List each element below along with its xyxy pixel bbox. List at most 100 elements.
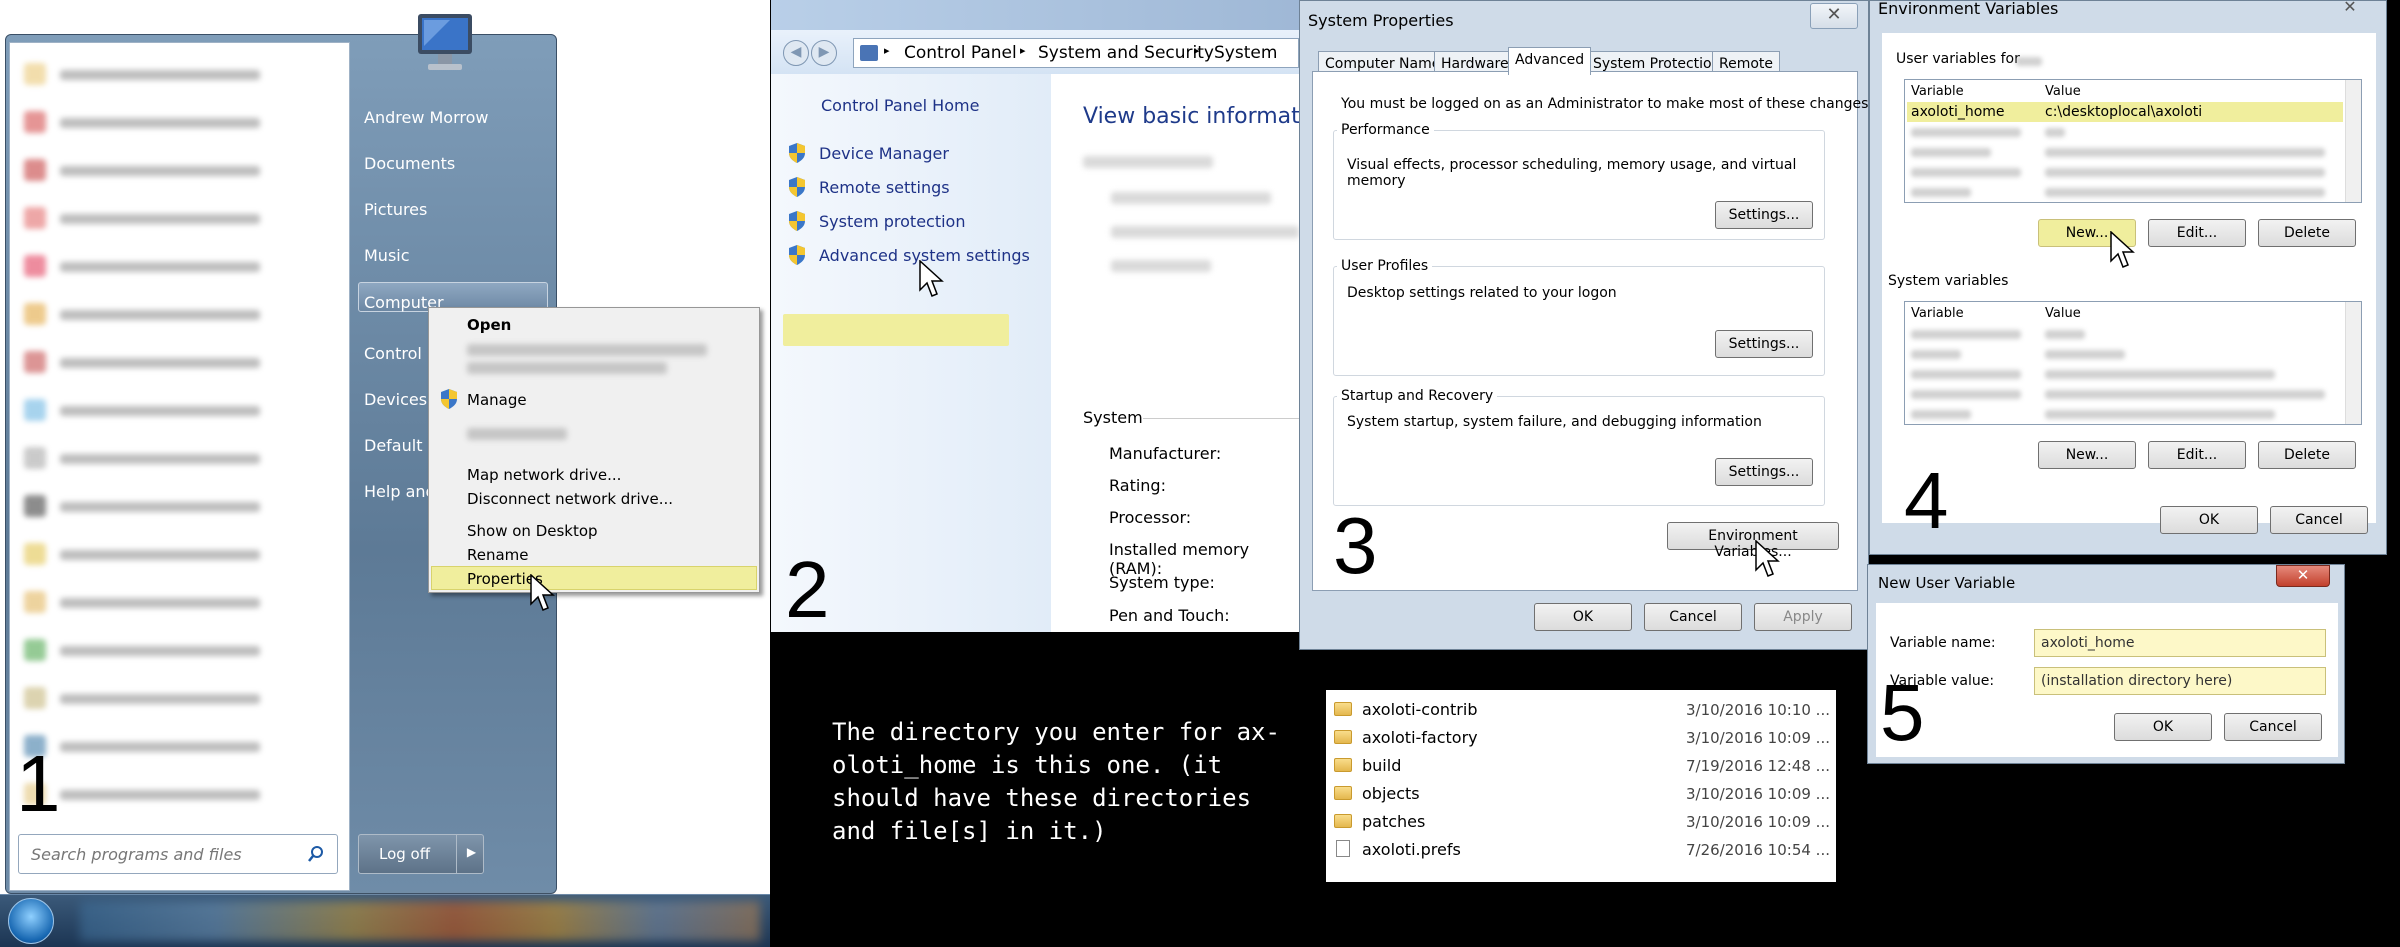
- user-edit-button[interactable]: Edit...: [2148, 219, 2246, 247]
- blurred-row: [1911, 188, 1971, 197]
- context-rename[interactable]: Rename: [467, 546, 529, 564]
- blurred-row: [2045, 188, 2325, 197]
- environment-variables-button[interactable]: Environment Variables...: [1667, 522, 1839, 560]
- step-number-2: 2: [785, 545, 830, 632]
- list-item[interactable]: axoloti-factory: [1334, 728, 1478, 747]
- system-new-button[interactable]: New...: [2038, 441, 2136, 469]
- program-item[interactable]: [24, 205, 324, 233]
- selected-variable[interactable]: axoloti_home: [1911, 104, 2005, 120]
- start-item-pictures[interactable]: Pictures: [364, 200, 427, 219]
- shield-icon: [441, 389, 457, 409]
- list-item[interactable]: axoloti.prefs: [1334, 840, 1461, 859]
- shield-icon: [789, 245, 805, 265]
- program-item[interactable]: [24, 397, 324, 425]
- ok-button[interactable]: OK: [1534, 603, 1632, 631]
- list-item[interactable]: build: [1334, 756, 1401, 775]
- windows-start-orb-icon[interactable]: [8, 898, 54, 944]
- processor-label: Processor:: [1109, 508, 1192, 527]
- cancel-button[interactable]: Cancel: [2224, 713, 2322, 741]
- program-item[interactable]: [24, 445, 324, 473]
- start-search-input[interactable]: Search programs and files: [18, 834, 338, 874]
- close-icon[interactable]: ✕: [1810, 3, 1858, 29]
- taskbar: [0, 894, 770, 947]
- user-variables-label: User variables for: [1896, 51, 2020, 67]
- cancel-button[interactable]: Cancel: [2270, 506, 2368, 534]
- cancel-button[interactable]: Cancel: [1644, 603, 1742, 631]
- scrollbar[interactable]: [2345, 80, 2361, 202]
- program-item[interactable]: [24, 589, 324, 617]
- context-disconnect-drive[interactable]: Disconnect network drive...: [467, 490, 673, 508]
- control-panel-system-window: ◀ ▶ ▸ Control Panel ▸ System and Securit…: [771, 0, 1299, 632]
- control-panel-home-link[interactable]: Control Panel Home: [821, 96, 979, 115]
- context-blurred-item: [467, 344, 707, 356]
- program-item[interactable]: [24, 685, 324, 713]
- context-manage[interactable]: Manage: [467, 391, 527, 409]
- start-item-help[interactable]: Help and: [364, 482, 436, 501]
- system-variables-list[interactable]: Variable Value: [1904, 301, 2362, 425]
- blurred-row: [1911, 148, 1991, 157]
- system-properties-dialog: System Properties ✕ Computer Name Hardwa…: [1299, 0, 1873, 650]
- selected-value[interactable]: c:\desktoplocal\axoloti: [2045, 104, 2202, 120]
- forward-arrow-icon[interactable]: ▶: [811, 40, 837, 66]
- start-item-default-programs[interactable]: Default P: [364, 436, 437, 455]
- shield-icon: [789, 211, 805, 231]
- list-item[interactable]: objects: [1334, 784, 1420, 803]
- ok-button[interactable]: OK: [2160, 506, 2258, 534]
- variable-value-field[interactable]: (installation directory here): [2034, 667, 2326, 695]
- system-edit-button[interactable]: Edit...: [2148, 441, 2246, 469]
- list-item[interactable]: axoloti-contrib: [1334, 700, 1477, 719]
- program-item[interactable]: [24, 541, 324, 569]
- ok-button[interactable]: OK: [2114, 713, 2212, 741]
- context-open[interactable]: Open: [467, 316, 511, 334]
- context-map-drive[interactable]: Map network drive...: [467, 466, 621, 484]
- program-item[interactable]: [24, 781, 324, 809]
- program-item[interactable]: [24, 253, 324, 281]
- breadcrumb-system-security[interactable]: System and Security: [1038, 43, 1214, 63]
- system-protection-link[interactable]: System protection: [819, 212, 965, 231]
- remote-settings-link[interactable]: Remote settings: [819, 178, 950, 197]
- blurred-row: [1911, 410, 1971, 419]
- variable-name-field[interactable]: axoloti_home: [2034, 629, 2326, 657]
- program-item[interactable]: [24, 157, 324, 185]
- program-item[interactable]: [24, 493, 324, 521]
- close-icon[interactable]: ✕: [2326, 0, 2374, 16]
- close-icon[interactable]: ✕: [2276, 565, 2330, 587]
- device-manager-link[interactable]: Device Manager: [819, 144, 949, 163]
- system-section-label: System: [1083, 408, 1143, 427]
- list-item[interactable]: patches: [1334, 812, 1425, 831]
- search-icon[interactable]: [307, 845, 325, 863]
- startup-recovery-settings-button[interactable]: Settings...: [1715, 458, 1813, 486]
- shutdown-options-arrow-icon[interactable]: ▶: [456, 834, 486, 874]
- start-item-documents[interactable]: Documents: [364, 154, 455, 173]
- breadcrumb-system[interactable]: System: [1214, 43, 1277, 63]
- mouse-cursor-icon: [1755, 540, 1780, 577]
- system-delete-button[interactable]: Delete: [2258, 441, 2356, 469]
- directory-listing: axoloti-contrib 3/10/2016 10:10 ... axol…: [1326, 690, 1836, 882]
- start-item-music[interactable]: Music: [364, 246, 410, 265]
- user-delete-button[interactable]: Delete: [2258, 219, 2356, 247]
- tab-advanced[interactable]: Advanced: [1508, 47, 1592, 75]
- user-variables-list[interactable]: Variable Value axoloti_home c:\desktoplo…: [1904, 79, 2362, 203]
- blurred-text: [1111, 226, 1299, 238]
- program-item[interactable]: [24, 733, 324, 761]
- address-bar[interactable]: ▸ Control Panel ▸ System and Security ▸ …: [853, 38, 1299, 68]
- program-item[interactable]: [24, 301, 324, 329]
- context-show-desktop[interactable]: Show on Desktop: [467, 522, 598, 540]
- program-item[interactable]: [24, 349, 324, 377]
- performance-settings-button[interactable]: Settings...: [1715, 201, 1813, 229]
- start-item-control-panel[interactable]: Control P: [364, 344, 437, 363]
- program-item[interactable]: [24, 109, 324, 137]
- scrollbar[interactable]: [2345, 302, 2361, 424]
- apply-button[interactable]: Apply: [1754, 603, 1852, 631]
- context-menu: Open Manage Map network drive... Disconn…: [428, 307, 760, 593]
- breadcrumb-control-panel[interactable]: Control Panel: [904, 43, 1017, 63]
- start-user-name[interactable]: Andrew Morrow: [364, 108, 488, 127]
- user-profiles-settings-button[interactable]: Settings...: [1715, 330, 1813, 358]
- program-item[interactable]: [24, 637, 324, 665]
- back-arrow-icon[interactable]: ◀: [783, 40, 809, 66]
- blurred-row: [1911, 350, 1961, 359]
- program-item[interactable]: [24, 61, 324, 89]
- variable-name-label: Variable name:: [1890, 635, 1996, 651]
- file-name: axoloti-contrib: [1362, 700, 1478, 719]
- taskbar-pinned-apps[interactable]: [80, 901, 760, 941]
